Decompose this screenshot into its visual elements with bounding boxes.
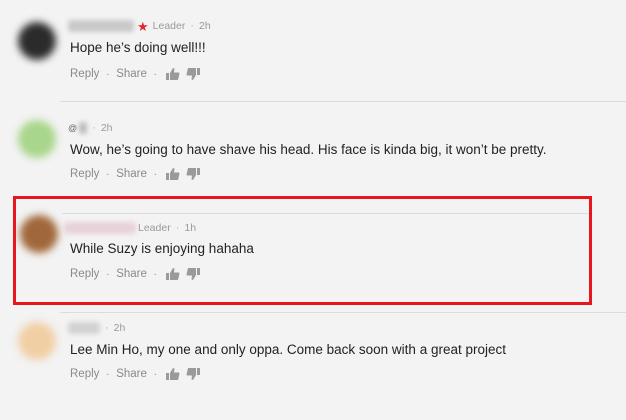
avatar[interactable]: [20, 215, 58, 253]
divider: [62, 213, 589, 214]
author-handle-glyph[interactable]: @: [68, 123, 77, 133]
reply-button[interactable]: Reply: [70, 168, 99, 180]
avatar[interactable]: [18, 22, 56, 60]
comment-meta: @ · 2h: [68, 121, 113, 135]
comment-text: While Suzy is enjoying hahaha: [70, 241, 254, 256]
comment-text: Hope he’s doing well!!!: [70, 40, 206, 55]
separator-dot: ·: [190, 20, 195, 32]
author-name-redacted[interactable]: [64, 222, 136, 234]
thumbs-down-icon[interactable]: [186, 68, 200, 80]
author-name-redacted[interactable]: [68, 322, 100, 334]
separator-dot: .: [153, 166, 157, 178]
separator-dot: .: [153, 266, 157, 278]
comment-meta: · 2h: [68, 321, 125, 335]
share-button[interactable]: Share: [116, 368, 147, 380]
avatar[interactable]: [18, 120, 56, 158]
divider: [60, 312, 626, 313]
timestamp: 2h: [100, 122, 113, 134]
separator-dot: ·: [175, 222, 180, 234]
share-button[interactable]: Share: [116, 168, 147, 180]
separator-dot: ·: [92, 122, 96, 134]
avatar[interactable]: [18, 322, 56, 360]
share-button[interactable]: Share: [116, 68, 147, 80]
reply-button[interactable]: Reply: [70, 268, 99, 280]
star-icon: ★: [137, 18, 149, 34]
separator-dot: ·: [105, 322, 109, 334]
thumbs-up-icon[interactable]: [165, 368, 180, 380]
divider: [60, 101, 626, 102]
author-name-redacted[interactable]: [68, 20, 134, 32]
comment-actions: Reply . Share .: [70, 366, 200, 380]
thumbs-up-icon[interactable]: [165, 68, 180, 80]
timestamp: 2h: [113, 322, 126, 334]
comment-text: Lee Min Ho, my one and only oppa. Come b…: [70, 342, 506, 357]
separator-dot: .: [106, 166, 110, 178]
leader-badge: Leader: [152, 20, 186, 32]
thumbs-down-icon[interactable]: [186, 168, 200, 180]
separator-dot: .: [153, 366, 157, 378]
thumbs-up-icon[interactable]: [165, 268, 180, 280]
comment-actions: Reply . Share .: [70, 166, 200, 180]
comment-actions: Reply . Share .: [70, 266, 200, 280]
separator-dot: .: [106, 366, 110, 378]
separator-dot: .: [106, 66, 110, 78]
reply-button[interactable]: Reply: [70, 68, 99, 80]
separator-dot: .: [106, 266, 110, 278]
comment-actions: Reply . Share .: [70, 66, 200, 80]
thumbs-up-icon[interactable]: [165, 168, 180, 180]
author-name-redacted[interactable]: [79, 122, 88, 134]
share-button[interactable]: Share: [116, 268, 147, 280]
separator-dot: .: [153, 66, 157, 78]
timestamp: 2h: [199, 20, 211, 32]
reply-button[interactable]: Reply: [70, 368, 99, 380]
leader-badge: Leader: [138, 222, 171, 234]
comment-text: Wow, he’s going to have shave his head. …: [70, 142, 547, 157]
comment-meta: Leader · 1h: [64, 221, 196, 235]
thumbs-down-icon[interactable]: [186, 268, 200, 280]
thumbs-down-icon[interactable]: [186, 368, 200, 380]
timestamp: 1h: [184, 222, 197, 234]
comment-meta: ★ Leader · 2h: [68, 19, 211, 33]
